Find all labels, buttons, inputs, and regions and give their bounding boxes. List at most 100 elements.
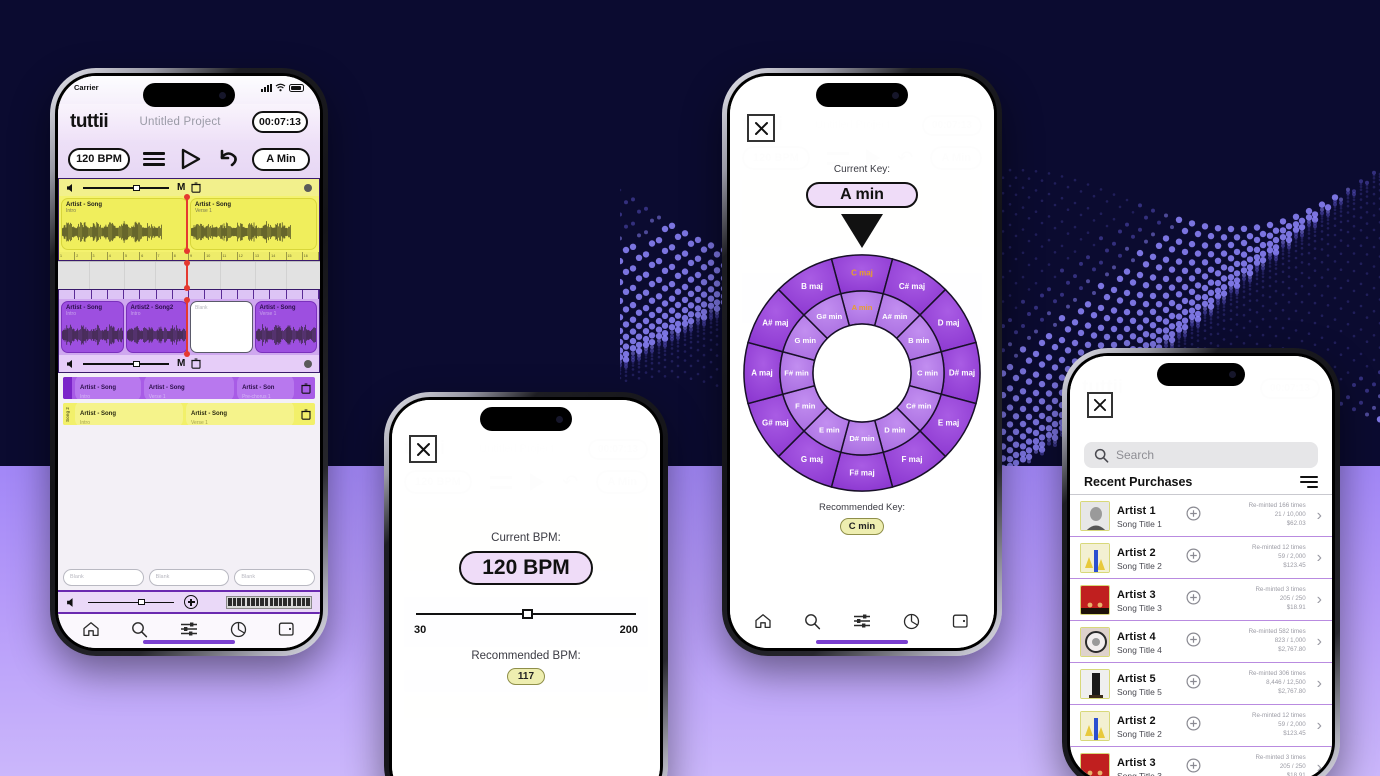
audio-clip[interactable]: Artist - Song Intro <box>61 301 124 353</box>
arrangement-row[interactable]: Artist - Song Intro Artist - Song Verse … <box>63 377 315 399</box>
chevron-right-icon[interactable]: › <box>1317 507 1322 524</box>
circle-of-fifths-wheel[interactable]: C maj A min C# maj A# min D maj B min D# maj C … <box>741 252 983 494</box>
add-button[interactable] <box>1186 505 1201 526</box>
add-button[interactable] <box>1186 715 1201 736</box>
chevron-right-icon[interactable]: › <box>1317 717 1322 734</box>
chevron-right-icon[interactable]: › <box>1317 591 1322 608</box>
row-clips: Artist - Song Intro Artist - Song Verse … <box>72 403 297 425</box>
clip-lane-purple[interactable]: Artist - Song Intro Artist2 - Song2 Intr… <box>59 297 319 357</box>
reminted-count: Re-minted 306 times <box>1248 670 1306 678</box>
table-row[interactable]: Artist 3 Song Title 3 Re-minted 3 times … <box>1070 579 1332 621</box>
chevron-right-icon[interactable]: › <box>1317 759 1322 776</box>
table-row[interactable]: Artist 2 Song Title 2 Re-minted 12 times… <box>1070 705 1332 747</box>
tab-home[interactable] <box>82 621 100 637</box>
record-button[interactable] <box>304 359 312 368</box>
close-button[interactable] <box>1087 392 1113 418</box>
phone-bezel: Carrier tuttii Untitled Project 00:07:13 <box>55 73 323 651</box>
mute-button[interactable]: M <box>177 358 185 369</box>
project-title[interactable]: Untitled Project <box>139 116 220 128</box>
chevron-right-icon[interactable]: › <box>1317 549 1322 566</box>
master-volume-slider[interactable] <box>88 597 174 607</box>
purchases-list[interactable]: Artist 1 Song Title 1 Re-minted 166 time… <box>1070 495 1332 776</box>
playhead[interactable] <box>183 194 192 254</box>
song-title: Song Title 1 <box>1117 519 1162 530</box>
empty-track-lane[interactable] <box>58 260 320 291</box>
add-button[interactable] <box>1186 631 1201 652</box>
edition-count: 823 / 1,000 <box>1274 637 1306 644</box>
undo-button[interactable] <box>215 147 241 171</box>
delete-row-button[interactable] <box>297 403 315 425</box>
current-key-value[interactable]: A min <box>806 182 918 208</box>
table-row[interactable]: Artist 3 Song Title 3 Re-minted 3 times … <box>1070 747 1332 776</box>
playhead[interactable] <box>183 297 192 357</box>
record-button[interactable] <box>304 183 312 192</box>
current-bpm-value[interactable]: 120 BPM <box>459 551 593 585</box>
arr-clip[interactable]: Artist - Song Intro <box>75 403 183 425</box>
play-button[interactable] <box>178 147 204 171</box>
tab-chart[interactable] <box>903 613 920 630</box>
mute-button[interactable]: M <box>177 182 185 193</box>
tab-search[interactable] <box>804 613 821 630</box>
arrangement-row[interactable]: Song 2 Artist - Song Intro Artist - Song… <box>63 403 315 425</box>
blank-slot[interactable]: Blank <box>63 569 144 586</box>
slider-min: 30 <box>414 624 427 636</box>
add-button[interactable] <box>1186 673 1201 694</box>
tab-mixer[interactable] <box>853 613 871 629</box>
trash-icon[interactable] <box>191 358 201 369</box>
track-volume-slider[interactable] <box>83 183 169 193</box>
table-row[interactable]: Artist 4 Song Title 4 Re-minted 582 time… <box>1070 621 1332 663</box>
svg-text:G# maj: G# maj <box>762 419 789 428</box>
tab-wallet[interactable] <box>952 613 970 629</box>
menu-button[interactable] <box>141 147 167 171</box>
audio-clip[interactable]: Artist - Song Intro <box>61 198 188 250</box>
add-button[interactable] <box>1186 589 1201 610</box>
close-button[interactable] <box>409 435 437 463</box>
recommended-bpm-value[interactable]: 117 <box>507 668 545 685</box>
speaker-icon[interactable] <box>66 359 77 369</box>
table-row[interactable]: Artist 2 Song Title 2 Re-minted 12 times… <box>1070 537 1332 579</box>
table-row[interactable]: Artist 5 Song Title 5 Re-minted 306 time… <box>1070 663 1332 705</box>
add-button[interactable] <box>1186 547 1201 568</box>
tab-home[interactable] <box>754 613 772 629</box>
recommended-key-value[interactable]: C min <box>840 518 884 535</box>
blank-clip[interactable]: Blank <box>190 301 253 353</box>
key-button[interactable]: A Min <box>252 147 310 171</box>
playhead[interactable] <box>183 260 192 291</box>
trash-icon[interactable] <box>191 182 201 193</box>
audio-clip[interactable]: Artist - Song Verse 1 <box>254 301 317 353</box>
track-yellow: M Artist - Song Intro Artist - Song Vers… <box>58 178 320 261</box>
table-row[interactable]: Artist 1 Song Title 1 Re-minted 166 time… <box>1070 495 1332 537</box>
delete-row-button[interactable] <box>297 377 315 399</box>
tab-wallet[interactable] <box>278 621 296 637</box>
tab-mixer[interactable] <box>180 621 198 637</box>
bpm-slider[interactable] <box>416 607 636 621</box>
close-button[interactable] <box>747 114 775 142</box>
row-tag: Song 2 <box>63 403 72 425</box>
track-volume-slider[interactable] <box>83 359 169 369</box>
chevron-right-icon[interactable]: › <box>1317 675 1322 692</box>
arr-clip[interactable]: Artist - Song Verse 1 <box>186 403 294 425</box>
bpm-button[interactable]: 120 BPM <box>68 147 130 171</box>
tab-search[interactable] <box>131 621 148 638</box>
chevron-right-icon[interactable]: › <box>1317 633 1322 650</box>
arr-clip[interactable]: Artist - Song Intro <box>75 377 141 399</box>
phone-purchases: tuttii 00:07:13 Search Recent Purchases <box>1062 348 1340 776</box>
arr-clip[interactable]: Artist - Song Verse 1 <box>143 377 235 399</box>
clip-lane-yellow[interactable]: Artist - Song Intro Artist - Song Verse … <box>59 194 319 254</box>
edition-count: 205 / 250 <box>1279 595 1306 602</box>
timecode-display[interactable]: 00:07:13 <box>252 111 308 133</box>
tab-chart[interactable] <box>230 621 247 638</box>
slider-knob[interactable] <box>521 609 533 619</box>
svg-text:G min: G min <box>795 336 817 345</box>
blank-slot[interactable]: Blank <box>148 569 230 586</box>
filter-icon[interactable] <box>1300 476 1318 488</box>
add-track-button[interactable] <box>184 595 198 609</box>
search-input[interactable]: Search <box>1084 442 1318 468</box>
speaker-icon[interactable] <box>66 597 78 608</box>
audio-clip[interactable]: Artist - Song Verse 1 <box>190 198 317 250</box>
audio-clip[interactable]: Artist2 - Song2 Intro <box>125 301 188 353</box>
speaker-icon[interactable] <box>66 183 77 193</box>
arr-clip[interactable]: Artist - Son Pre-chorus 1 <box>237 377 294 399</box>
add-button[interactable] <box>1186 757 1201 776</box>
blank-slot[interactable]: Blank <box>234 569 316 586</box>
